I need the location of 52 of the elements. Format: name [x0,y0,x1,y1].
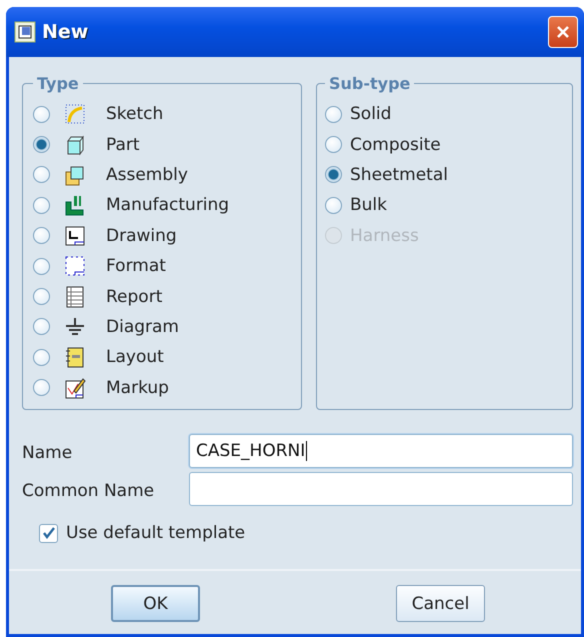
radio-button[interactable] [33,348,50,366]
text-field[interactable]: CASE_HORNI [189,434,573,468]
ok-button[interactable]: OK [111,585,200,622]
radio-button[interactable] [325,106,342,123]
text-field[interactable] [189,472,573,506]
field-label: Name [22,443,74,465]
field-label: Common Name [22,481,156,503]
radio-button[interactable] [33,379,50,396]
option-label: Sketch [106,104,164,124]
option-label: Assembly [106,164,188,185]
radio-button[interactable] [33,166,50,184]
machine-icon [64,194,86,216]
ground-symbol-icon [64,316,86,338]
radio-button[interactable] [325,136,342,154]
stacked-cubes-icon [64,164,86,186]
radio-button[interactable] [33,106,50,123]
close-button[interactable] [548,16,578,48]
option-label: Part [106,134,140,155]
pencil-sheet-icon [64,376,86,399]
option-label: Bulk [350,195,388,216]
option-label: Format [106,256,166,276]
option-label: Solid [350,104,392,124]
radio-button[interactable] [33,227,50,244]
dashed-frame-icon [64,255,86,278]
radio-button[interactable] [33,258,50,275]
checkbox[interactable] [39,524,58,542]
option-label: Layout [106,347,164,368]
radio-button[interactable] [33,136,50,154]
radio-button[interactable] [33,196,50,214]
group-title: Sub-type [328,74,412,93]
group-title: Type [36,74,80,93]
window-title: New [42,21,90,43]
arc-grid-icon [64,103,86,126]
radio-button[interactable] [33,288,50,306]
window-app-icon [14,21,36,43]
cancel-button[interactable]: Cancel [396,585,485,622]
drawing-sheet-icon [64,224,86,247]
list-sheet-icon [64,286,86,308]
radio-button[interactable] [325,196,342,214]
option-label: Sheetmetal [350,164,448,185]
option-label: Diagram [106,316,179,337]
checkbox-label: Use default template [66,523,246,543]
radio-button[interactable] [325,166,342,184]
radio-button[interactable] [33,318,50,336]
cube-icon [64,134,86,156]
option-label: Composite [350,134,441,155]
close-icon [556,25,570,39]
option-label: Drawing [106,226,177,246]
option-label: Markup [106,378,169,398]
option-label: Manufacturing [106,195,230,216]
option-label: Report [106,286,162,307]
notebook-icon [64,346,86,368]
